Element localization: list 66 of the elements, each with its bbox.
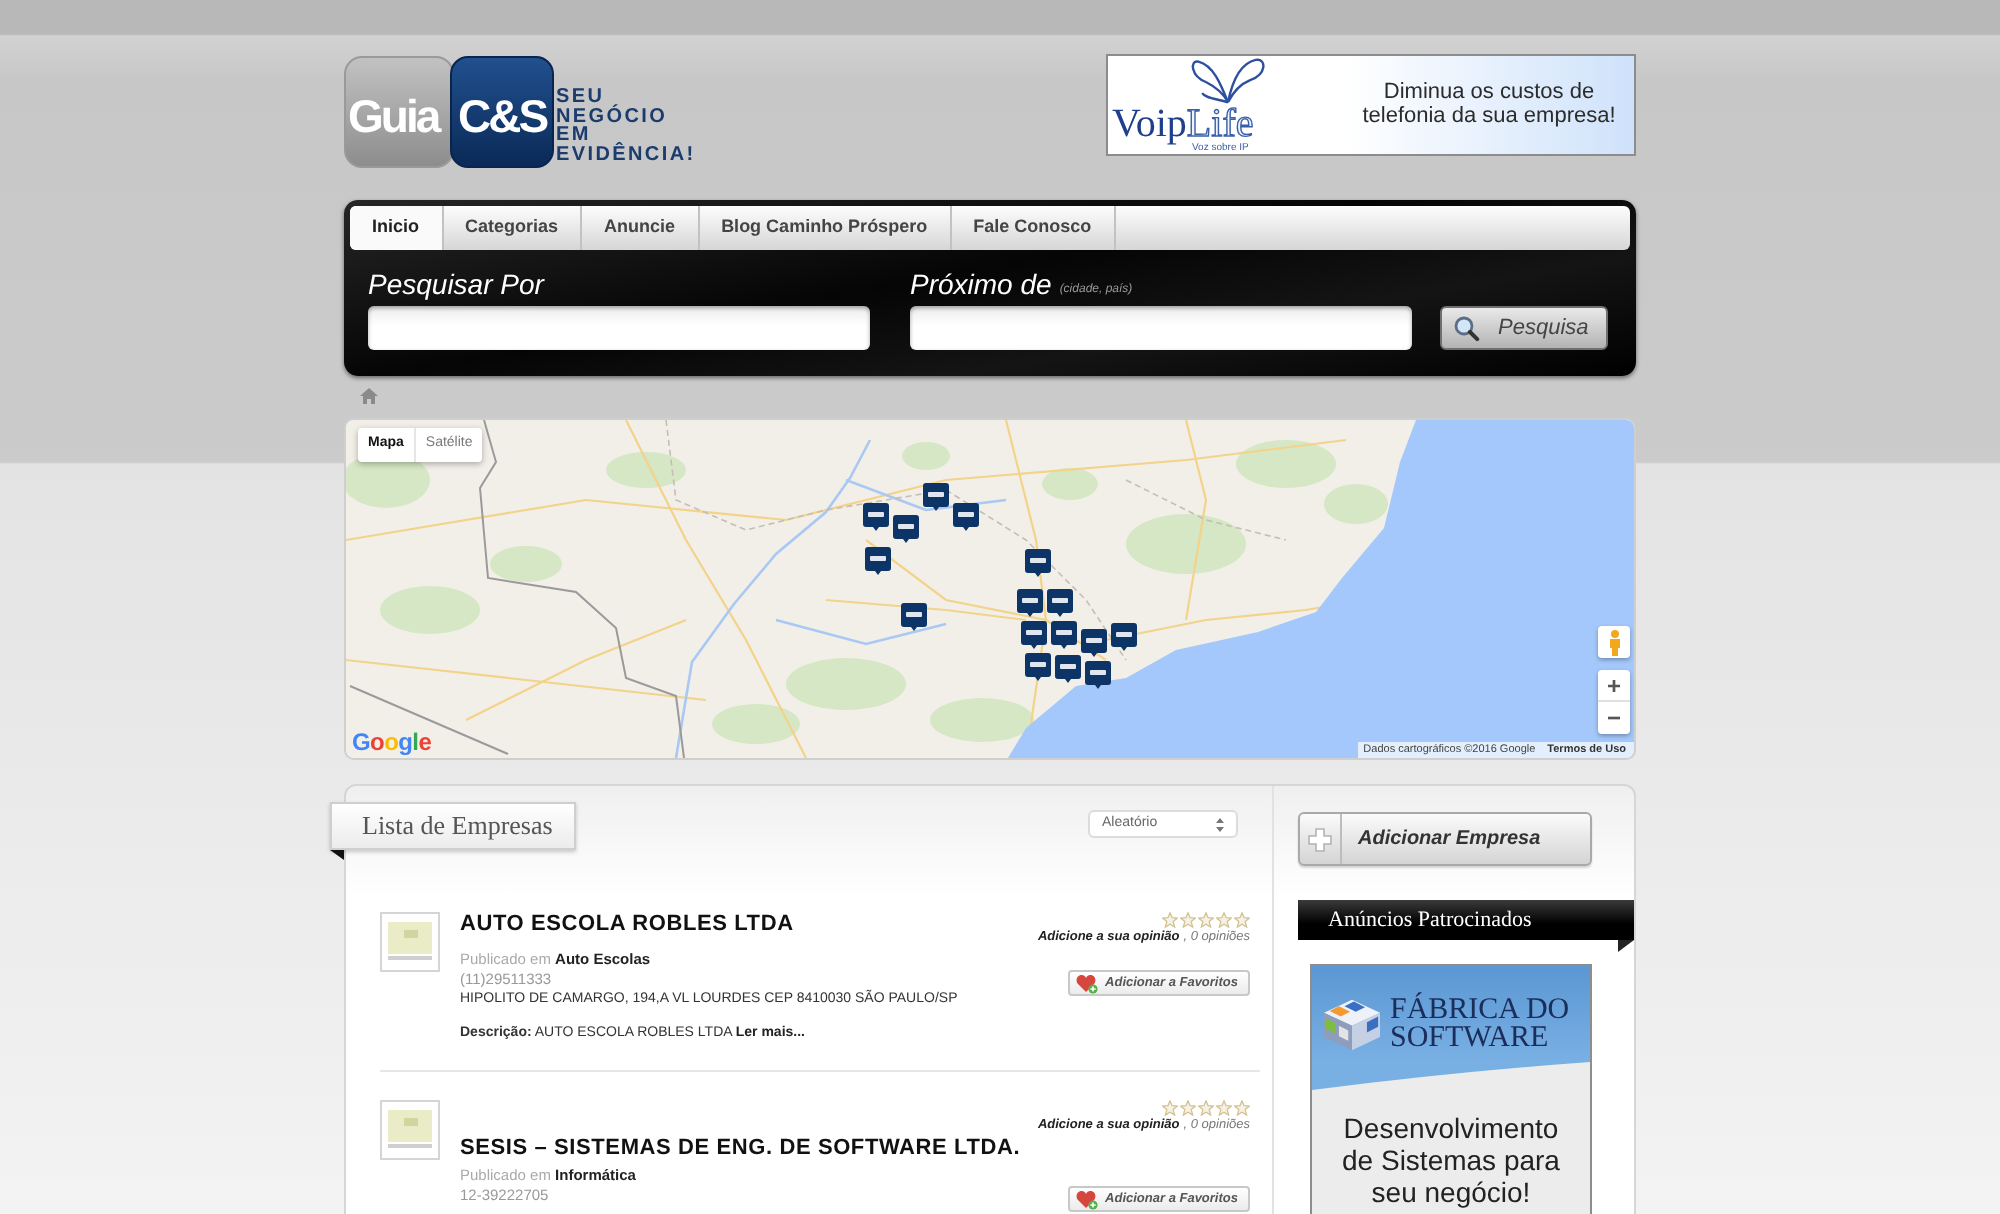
map-marker-icon[interactable] bbox=[1020, 620, 1048, 650]
map-marker-icon[interactable] bbox=[952, 502, 980, 532]
zoom-in-button[interactable]: + bbox=[1598, 670, 1630, 702]
star-rating[interactable] bbox=[1162, 910, 1250, 928]
star-icon[interactable] bbox=[1180, 1099, 1196, 1115]
thumbnail-icon[interactable] bbox=[380, 1100, 440, 1160]
search-field[interactable] bbox=[368, 306, 870, 350]
star-icon[interactable] bbox=[1216, 911, 1232, 927]
add-company-button[interactable]: Adicionar Empresa bbox=[1298, 812, 1592, 866]
star-icon[interactable] bbox=[1234, 1099, 1250, 1115]
heart-icon bbox=[1075, 1189, 1098, 1209]
star-icon[interactable] bbox=[1162, 911, 1178, 927]
map-marker-icon[interactable] bbox=[864, 546, 892, 576]
map-marker-icon[interactable] bbox=[1110, 622, 1138, 652]
star-icon[interactable] bbox=[1180, 911, 1196, 927]
star-icon[interactable] bbox=[1198, 1099, 1214, 1115]
nav-tab[interactable]: Categorias bbox=[443, 206, 583, 250]
brand-logo-text: VoipLife bbox=[1112, 106, 1254, 142]
search-icon bbox=[1454, 315, 1480, 341]
company-name[interactable]: SESIS – SISTEMAS DE ENG. DE SOFTWARE LTDA. bbox=[460, 1134, 1021, 1162]
nav-tab[interactable]: Blog Caminho Próspero bbox=[699, 206, 952, 250]
map-marker-icon[interactable] bbox=[1024, 652, 1052, 682]
corner-fold-icon bbox=[330, 850, 344, 860]
section-title: Lista de Empresas bbox=[330, 802, 576, 850]
logo-tagline: SEU NEGÓCIO EM EVIDÊNCIA! bbox=[556, 88, 696, 165]
nav-tab[interactable]: Anuncie bbox=[582, 206, 700, 250]
map-marker-icon[interactable] bbox=[922, 482, 950, 512]
star-rating[interactable] bbox=[1162, 1098, 1250, 1116]
home-icon[interactable] bbox=[360, 388, 378, 404]
map-marker-icon[interactable] bbox=[862, 502, 890, 532]
zoom-out-button[interactable]: − bbox=[1598, 702, 1630, 734]
field-label: Próximo de bbox=[910, 268, 1052, 300]
ad-text: Desenvolvimento de Sistemas para seu negócio! bbox=[1340, 1110, 1562, 1208]
thumbnail-icon[interactable] bbox=[380, 912, 440, 972]
star-icon[interactable] bbox=[1198, 911, 1214, 927]
star-icon[interactable] bbox=[1162, 1099, 1178, 1115]
nav-tab[interactable]: Inicio bbox=[350, 206, 444, 250]
map-marker-icon[interactable] bbox=[1084, 660, 1112, 690]
plus-icon bbox=[1308, 827, 1332, 851]
map-marker-icon[interactable] bbox=[1046, 588, 1074, 618]
map-marker-icon[interactable] bbox=[1050, 620, 1078, 650]
map-marker-icon[interactable] bbox=[1054, 654, 1082, 684]
logo-tile: Guia bbox=[344, 56, 454, 168]
cube-icon bbox=[1320, 996, 1384, 1052]
ad-logo-text: FÁBRICA DO SOFTWARE bbox=[1390, 996, 1572, 1052]
map-marker-icon[interactable] bbox=[1016, 588, 1044, 618]
street-view-button[interactable] bbox=[1598, 626, 1630, 658]
map-marker-icon[interactable] bbox=[900, 602, 928, 632]
ad-image[interactable]: FÁBRICA DO SOFTWARE Desenvolvimento de Sistemas para seu negócio! bbox=[1310, 964, 1592, 1214]
banner-text: Diminua os custos de telefonia da sua empresa! bbox=[1360, 78, 1618, 132]
company-name[interactable]: AUTO ESCOLA ROBLES LTDA bbox=[460, 910, 794, 938]
person-icon bbox=[1607, 629, 1621, 655]
star-icon[interactable] bbox=[1234, 911, 1250, 927]
map-marker-icon[interactable] bbox=[892, 514, 920, 544]
map-marker-icon[interactable] bbox=[1024, 548, 1052, 578]
logo-tile: C&S bbox=[450, 56, 554, 168]
search-button[interactable]: Pesquisa bbox=[1440, 306, 1608, 350]
field-label: Pesquisar Por bbox=[368, 268, 544, 300]
location-field[interactable] bbox=[910, 306, 1412, 350]
updown-arrows-icon bbox=[1216, 817, 1224, 831]
heart-icon bbox=[1075, 973, 1098, 993]
corner-fold-icon bbox=[1618, 940, 1634, 952]
sidebar-heading: Anúncios Patrocinados bbox=[1298, 900, 1634, 940]
map-marker-icon[interactable] bbox=[1080, 628, 1108, 658]
nav-tab[interactable]: Fale Conosco bbox=[951, 206, 1116, 250]
star-icon[interactable] bbox=[1216, 1099, 1232, 1115]
